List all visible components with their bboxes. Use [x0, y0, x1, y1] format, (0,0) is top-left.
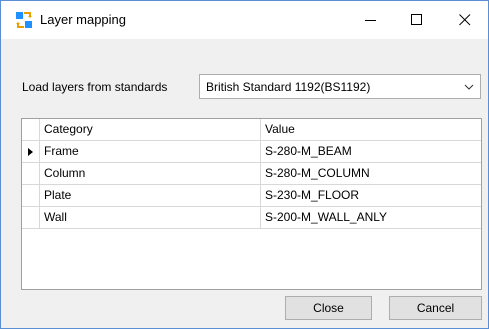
layer-mapping-grid[interactable]: Category Value Frame S-280-M_BEAM Column… — [21, 118, 482, 290]
layer-mapping-dialog: Layer mapping Load layers from standards… — [0, 0, 489, 329]
grid-header-row: Category Value — [22, 119, 481, 141]
row-selector[interactable] — [22, 207, 40, 229]
close-window-button[interactable] — [442, 1, 488, 39]
column-header-category[interactable]: Category — [40, 119, 261, 141]
maximize-icon — [411, 14, 422, 25]
window-title: Layer mapping — [40, 12, 126, 27]
row-selector[interactable] — [22, 141, 40, 163]
row-pointer-icon — [28, 148, 33, 156]
maximize-button[interactable] — [394, 1, 440, 39]
value-cell[interactable]: S-280-M_COLUMN — [261, 163, 481, 185]
cancel-button[interactable]: Cancel — [389, 296, 482, 320]
value-cell[interactable]: S-230-M_FLOOR — [261, 185, 481, 207]
title-bar[interactable]: Layer mapping — [1, 1, 488, 39]
chevron-down-icon — [464, 84, 474, 90]
table-row[interactable]: Column S-280-M_COLUMN — [22, 163, 481, 185]
category-cell[interactable]: Plate — [40, 185, 261, 207]
minimize-icon — [365, 20, 376, 21]
table-row[interactable]: Frame S-280-M_BEAM — [22, 141, 481, 163]
minimize-button[interactable] — [348, 1, 394, 39]
value-cell[interactable]: S-280-M_BEAM — [261, 141, 481, 163]
category-cell[interactable]: Column — [40, 163, 261, 185]
close-button[interactable]: Close — [285, 296, 372, 320]
row-selector[interactable] — [22, 163, 40, 185]
category-cell[interactable]: Frame — [40, 141, 261, 163]
close-icon — [459, 14, 471, 26]
layer-mapping-icon — [16, 12, 32, 28]
category-cell[interactable]: Wall — [40, 207, 261, 229]
standards-dropdown[interactable]: British Standard 1192(BS1192) — [199, 74, 481, 99]
standards-dropdown-value: British Standard 1192(BS1192) — [206, 80, 371, 94]
load-layers-label: Load layers from standards — [22, 80, 168, 94]
row-header-corner — [22, 119, 40, 141]
value-cell[interactable]: S-200-M_WALL_ANLY — [261, 207, 481, 229]
table-row[interactable]: Wall S-200-M_WALL_ANLY — [22, 207, 481, 229]
row-selector[interactable] — [22, 185, 40, 207]
table-row[interactable]: Plate S-230-M_FLOOR — [22, 185, 481, 207]
column-header-value[interactable]: Value — [261, 119, 481, 141]
